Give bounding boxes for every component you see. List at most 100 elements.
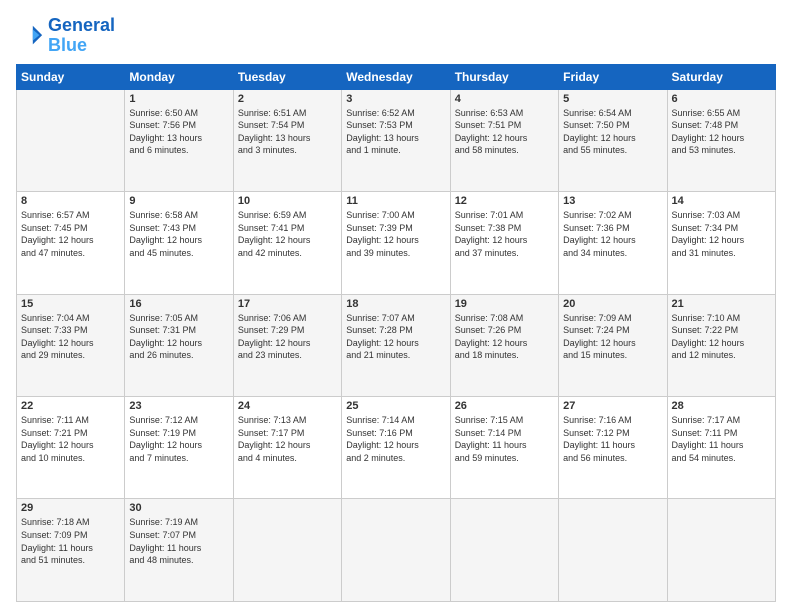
calendar-table: SundayMondayTuesdayWednesdayThursdayFrid… bbox=[16, 64, 776, 602]
day-number: 21 bbox=[672, 298, 771, 310]
day-info: Sunrise: 6:55 AM Sunset: 7:48 PM Dayligh… bbox=[672, 107, 771, 157]
day-info: Sunrise: 7:10 AM Sunset: 7:22 PM Dayligh… bbox=[672, 312, 771, 362]
day-info: Sunrise: 6:53 AM Sunset: 7:51 PM Dayligh… bbox=[455, 107, 554, 157]
calendar-cell: 22 Sunrise: 7:11 AM Sunset: 7:21 PM Dayli… bbox=[17, 397, 125, 499]
calendar-week-5: 29 Sunrise: 7:18 AM Sunset: 7:09 PM Dayli… bbox=[17, 499, 776, 602]
calendar-cell: 11 Sunrise: 7:00 AM Sunset: 7:39 PM Dayli… bbox=[342, 192, 450, 294]
logo-icon bbox=[16, 22, 44, 50]
day-number: 15 bbox=[21, 298, 120, 310]
page: General Blue SundayMondayTuesdayWednesda… bbox=[0, 0, 792, 612]
day-info: Sunrise: 7:11 AM Sunset: 7:21 PM Dayligh… bbox=[21, 414, 120, 464]
col-header-friday: Friday bbox=[559, 64, 667, 89]
day-info: Sunrise: 7:03 AM Sunset: 7:34 PM Dayligh… bbox=[672, 209, 771, 259]
day-number: 3 bbox=[346, 93, 445, 105]
day-info: Sunrise: 7:06 AM Sunset: 7:29 PM Dayligh… bbox=[238, 312, 337, 362]
day-number: 5 bbox=[563, 93, 662, 105]
day-info: Sunrise: 7:12 AM Sunset: 7:19 PM Dayligh… bbox=[129, 414, 228, 464]
day-info: Sunrise: 7:05 AM Sunset: 7:31 PM Dayligh… bbox=[129, 312, 228, 362]
calendar-cell: 5Sunrise: 6:54 AM Sunset: 7:50 PM Daylig… bbox=[559, 89, 667, 191]
day-number: 29 bbox=[21, 502, 120, 514]
day-info: Sunrise: 7:01 AM Sunset: 7:38 PM Dayligh… bbox=[455, 209, 554, 259]
day-number: 12 bbox=[455, 195, 554, 207]
calendar-cell: 27 Sunrise: 7:16 AM Sunset: 7:12 PM Dayli… bbox=[559, 397, 667, 499]
day-info: Sunrise: 6:51 AM Sunset: 7:54 PM Dayligh… bbox=[238, 107, 337, 157]
day-number: 27 bbox=[563, 400, 662, 412]
day-info: Sunrise: 7:08 AM Sunset: 7:26 PM Dayligh… bbox=[455, 312, 554, 362]
logo: General Blue bbox=[16, 16, 115, 56]
day-info: Sunrise: 7:19 AM Sunset: 7:07 PM Dayligh… bbox=[129, 516, 228, 566]
calendar-cell: 24 Sunrise: 7:13 AM Sunset: 7:17 PM Dayli… bbox=[233, 397, 341, 499]
calendar-cell: 6Sunrise: 6:55 AM Sunset: 7:48 PM Daylig… bbox=[667, 89, 775, 191]
day-number: 4 bbox=[455, 93, 554, 105]
day-number: 13 bbox=[563, 195, 662, 207]
calendar-cell: 8 Sunrise: 6:57 AM Sunset: 7:45 PM Daylig… bbox=[17, 192, 125, 294]
day-info: Sunrise: 7:02 AM Sunset: 7:36 PM Dayligh… bbox=[563, 209, 662, 259]
day-number: 28 bbox=[672, 400, 771, 412]
day-info: Sunrise: 7:09 AM Sunset: 7:24 PM Dayligh… bbox=[563, 312, 662, 362]
day-number: 2 bbox=[238, 93, 337, 105]
calendar-cell: 20Sunrise: 7:09 AM Sunset: 7:24 PM Dayli… bbox=[559, 294, 667, 396]
col-header-wednesday: Wednesday bbox=[342, 64, 450, 89]
calendar-week-1: 1 Sunrise: 6:50 AM Sunset: 7:56 PM Daylig… bbox=[17, 89, 776, 191]
day-info: Sunrise: 7:04 AM Sunset: 7:33 PM Dayligh… bbox=[21, 312, 120, 362]
calendar-cell: 12 Sunrise: 7:01 AM Sunset: 7:38 PM Dayli… bbox=[450, 192, 558, 294]
day-info: Sunrise: 7:13 AM Sunset: 7:17 PM Dayligh… bbox=[238, 414, 337, 464]
col-header-tuesday: Tuesday bbox=[233, 64, 341, 89]
calendar-week-2: 8 Sunrise: 6:57 AM Sunset: 7:45 PM Daylig… bbox=[17, 192, 776, 294]
day-info: Sunrise: 7:18 AM Sunset: 7:09 PM Dayligh… bbox=[21, 516, 120, 566]
col-header-monday: Monday bbox=[125, 64, 233, 89]
calendar-cell: 28Sunrise: 7:17 AM Sunset: 7:11 PM Dayli… bbox=[667, 397, 775, 499]
calendar-week-3: 15 Sunrise: 7:04 AM Sunset: 7:33 PM Dayli… bbox=[17, 294, 776, 396]
calendar-cell: 13 Sunrise: 7:02 AM Sunset: 7:36 PM Dayli… bbox=[559, 192, 667, 294]
calendar-cell: 18 Sunrise: 7:07 AM Sunset: 7:28 PM Dayli… bbox=[342, 294, 450, 396]
day-info: Sunrise: 6:57 AM Sunset: 7:45 PM Dayligh… bbox=[21, 209, 120, 259]
col-header-thursday: Thursday bbox=[450, 64, 558, 89]
calendar-cell: 29 Sunrise: 7:18 AM Sunset: 7:09 PM Dayli… bbox=[17, 499, 125, 602]
calendar-cell: 4 Sunrise: 6:53 AM Sunset: 7:51 PM Daylig… bbox=[450, 89, 558, 191]
calendar-cell: 9 Sunrise: 6:58 AM Sunset: 7:43 PM Daylig… bbox=[125, 192, 233, 294]
calendar-cell bbox=[450, 499, 558, 602]
day-number: 1 bbox=[129, 93, 228, 105]
calendar-body: 1 Sunrise: 6:50 AM Sunset: 7:56 PM Daylig… bbox=[17, 89, 776, 601]
day-number: 22 bbox=[21, 400, 120, 412]
day-number: 14 bbox=[672, 195, 771, 207]
calendar-cell: 16Sunrise: 7:05 AM Sunset: 7:31 PM Dayli… bbox=[125, 294, 233, 396]
day-info: Sunrise: 7:00 AM Sunset: 7:39 PM Dayligh… bbox=[346, 209, 445, 259]
day-number: 9 bbox=[129, 195, 228, 207]
day-info: Sunrise: 7:16 AM Sunset: 7:12 PM Dayligh… bbox=[563, 414, 662, 464]
calendar-cell: 3 Sunrise: 6:52 AM Sunset: 7:53 PM Daylig… bbox=[342, 89, 450, 191]
day-number: 10 bbox=[238, 195, 337, 207]
calendar-cell bbox=[17, 89, 125, 191]
day-number: 18 bbox=[346, 298, 445, 310]
calendar-cell: 17 Sunrise: 7:06 AM Sunset: 7:29 PM Dayli… bbox=[233, 294, 341, 396]
calendar-cell bbox=[667, 499, 775, 602]
day-number: 26 bbox=[455, 400, 554, 412]
calendar-cell: 15 Sunrise: 7:04 AM Sunset: 7:33 PM Dayli… bbox=[17, 294, 125, 396]
calendar-cell bbox=[233, 499, 341, 602]
day-number: 19 bbox=[455, 298, 554, 310]
day-info: Sunrise: 7:14 AM Sunset: 7:16 PM Dayligh… bbox=[346, 414, 445, 464]
calendar-cell: 21 Sunrise: 7:10 AM Sunset: 7:22 PM Dayli… bbox=[667, 294, 775, 396]
day-info: Sunrise: 6:58 AM Sunset: 7:43 PM Dayligh… bbox=[129, 209, 228, 259]
calendar-cell bbox=[559, 499, 667, 602]
day-info: Sunrise: 7:07 AM Sunset: 7:28 PM Dayligh… bbox=[346, 312, 445, 362]
day-info: Sunrise: 6:52 AM Sunset: 7:53 PM Dayligh… bbox=[346, 107, 445, 157]
calendar-cell: 23 Sunrise: 7:12 AM Sunset: 7:19 PM Dayli… bbox=[125, 397, 233, 499]
header: General Blue bbox=[16, 16, 776, 56]
day-number: 17 bbox=[238, 298, 337, 310]
day-number: 8 bbox=[21, 195, 120, 207]
calendar-cell: 19 Sunrise: 7:08 AM Sunset: 7:26 PM Dayli… bbox=[450, 294, 558, 396]
calendar-cell: 25 Sunrise: 7:14 AM Sunset: 7:16 PM Dayli… bbox=[342, 397, 450, 499]
calendar-cell bbox=[342, 499, 450, 602]
calendar-week-4: 22 Sunrise: 7:11 AM Sunset: 7:21 PM Dayli… bbox=[17, 397, 776, 499]
calendar-cell: 1 Sunrise: 6:50 AM Sunset: 7:56 PM Daylig… bbox=[125, 89, 233, 191]
day-number: 23 bbox=[129, 400, 228, 412]
day-number: 25 bbox=[346, 400, 445, 412]
calendar-cell: 2 Sunrise: 6:51 AM Sunset: 7:54 PM Daylig… bbox=[233, 89, 341, 191]
logo-text: General Blue bbox=[48, 16, 115, 56]
day-info: Sunrise: 6:50 AM Sunset: 7:56 PM Dayligh… bbox=[129, 107, 228, 157]
day-number: 11 bbox=[346, 195, 445, 207]
calendar-cell: 10Sunrise: 6:59 AM Sunset: 7:41 PM Dayli… bbox=[233, 192, 341, 294]
col-header-sunday: Sunday bbox=[17, 64, 125, 89]
day-number: 24 bbox=[238, 400, 337, 412]
